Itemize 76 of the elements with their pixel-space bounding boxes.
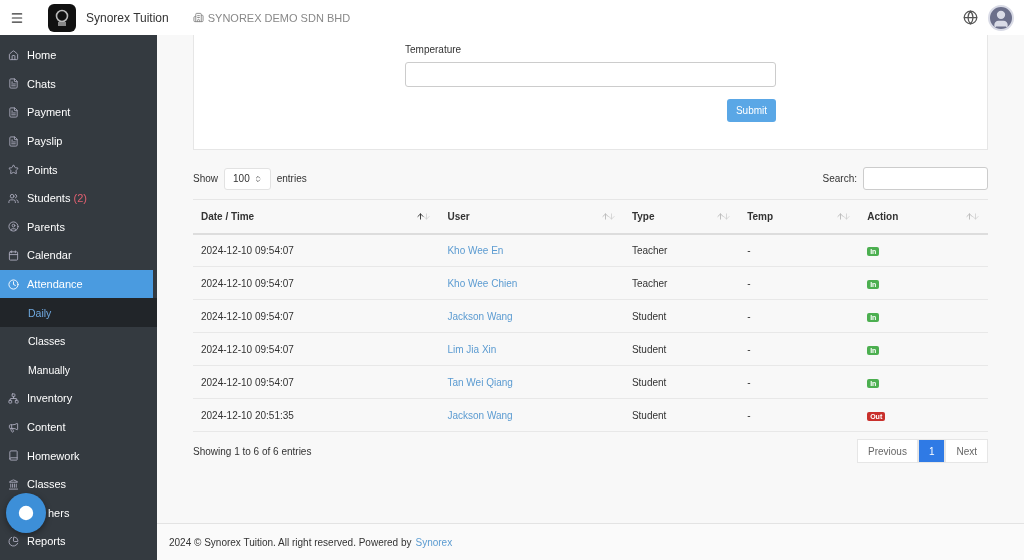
table-cell: 2024-12-10 09:54:07 — [201, 343, 294, 355]
sidebar-subitem[interactable]: Classes — [0, 326, 157, 356]
table-cell: Student — [631, 376, 667, 388]
show-label: Show — [193, 173, 218, 184]
updown-icon — [253, 174, 262, 183]
sidebar-item[interactable]: Inventory — [0, 384, 153, 413]
company-name: SYNOREX DEMO SDN BHD — [207, 11, 351, 24]
table-info: Showing 1 to 6 of 6 entries — [193, 445, 312, 457]
logo-icon — [48, 3, 76, 32]
table-cell: - — [747, 277, 751, 289]
table-cell: Student — [631, 310, 667, 322]
sidebar-item[interactable]: Home — [0, 41, 153, 70]
table-cell: - — [747, 310, 751, 322]
footer-text: 2024 © Synorex Tuition. All right reserved. Powered by — [169, 536, 412, 548]
table-cell: Teacher — [631, 277, 668, 289]
table-cell: - — [747, 409, 751, 421]
star-icon — [8, 164, 19, 176]
table-cell: Teacher — [631, 244, 668, 256]
sidebar-item[interactable]: Homework — [0, 441, 153, 470]
file-icon — [8, 135, 19, 147]
sidebar-item[interactable]: Calendar — [0, 241, 153, 270]
page-button[interactable]: Previous — [856, 439, 918, 463]
home-icon — [8, 49, 19, 61]
table-cell: 2024-12-10 09:54:07 — [201, 277, 294, 289]
file-icon — [8, 107, 19, 118]
pie-chart-icon — [8, 535, 19, 547]
building-icon — [192, 12, 204, 23]
user-icon — [8, 221, 19, 233]
temperature-field[interactable] — [405, 62, 776, 87]
sidebar-item[interactable]: hers — [0, 498, 153, 528]
entries-label: entries — [276, 173, 307, 184]
column-header[interactable]: User — [439, 199, 624, 234]
search-label: Search: — [822, 173, 857, 184]
network-icon — [8, 392, 19, 404]
sidebar-item[interactable]: Content — [0, 412, 153, 442]
sidebar-item[interactable]: Payment — [0, 98, 153, 127]
sidebar-item[interactable]: Reports — [0, 527, 153, 556]
chat-icon — [17, 504, 35, 522]
column-header[interactable]: Date / Time — [193, 199, 440, 234]
clock-icon — [8, 278, 19, 290]
page-button[interactable]: Next — [945, 439, 988, 463]
megaphone-icon — [8, 421, 19, 433]
search-field[interactable] — [863, 167, 988, 190]
sidebar-item[interactable]: Classes — [0, 469, 153, 499]
sidebar-item[interactable]: Points — [0, 155, 153, 184]
field-label: Temperature — [405, 44, 463, 55]
landmark-icon — [8, 478, 19, 490]
page-size-select[interactable]: 100 — [224, 167, 271, 190]
chat-bubble-button[interactable] — [6, 493, 46, 533]
sidebar-subitem[interactable]: Manually — [0, 355, 157, 385]
avatar[interactable] — [988, 4, 1014, 31]
sidebar-item[interactable]: Chats — [0, 69, 153, 99]
table-cell: 2024-12-10 09:54:07 — [201, 244, 294, 256]
table-cell: - — [747, 376, 751, 388]
table-cell: - — [747, 343, 751, 355]
column-header[interactable]: Action — [859, 199, 988, 234]
table-cell: Student — [631, 409, 667, 421]
calendar-icon — [8, 249, 19, 261]
table-cell: 2024-12-10 09:54:07 — [201, 310, 294, 322]
table-cell: 2024-12-10 09:54:07 — [201, 376, 294, 388]
sidebar-item[interactable]: Students (2) — [0, 183, 153, 213]
column-header[interactable]: Type — [623, 199, 740, 234]
sidebar-item[interactable]: Payslip — [0, 126, 153, 156]
globe-icon[interactable] — [963, 10, 978, 25]
users-icon — [8, 192, 19, 204]
table-cell: - — [747, 244, 751, 256]
table-cell: 2024-12-10 20:51:35 — [201, 409, 294, 421]
page-button[interactable]: 1 — [917, 439, 946, 463]
sidebar-item[interactable]: Parents — [0, 212, 153, 242]
book-icon — [8, 450, 19, 462]
sidebar-subitem[interactable]: Daily — [0, 298, 157, 327]
app-name: Synorex Tuition — [86, 10, 169, 25]
column-header[interactable]: Temp — [739, 199, 860, 234]
table-cell: Student — [631, 343, 667, 355]
menu-icon[interactable] — [10, 10, 24, 25]
file-icon — [8, 78, 19, 90]
